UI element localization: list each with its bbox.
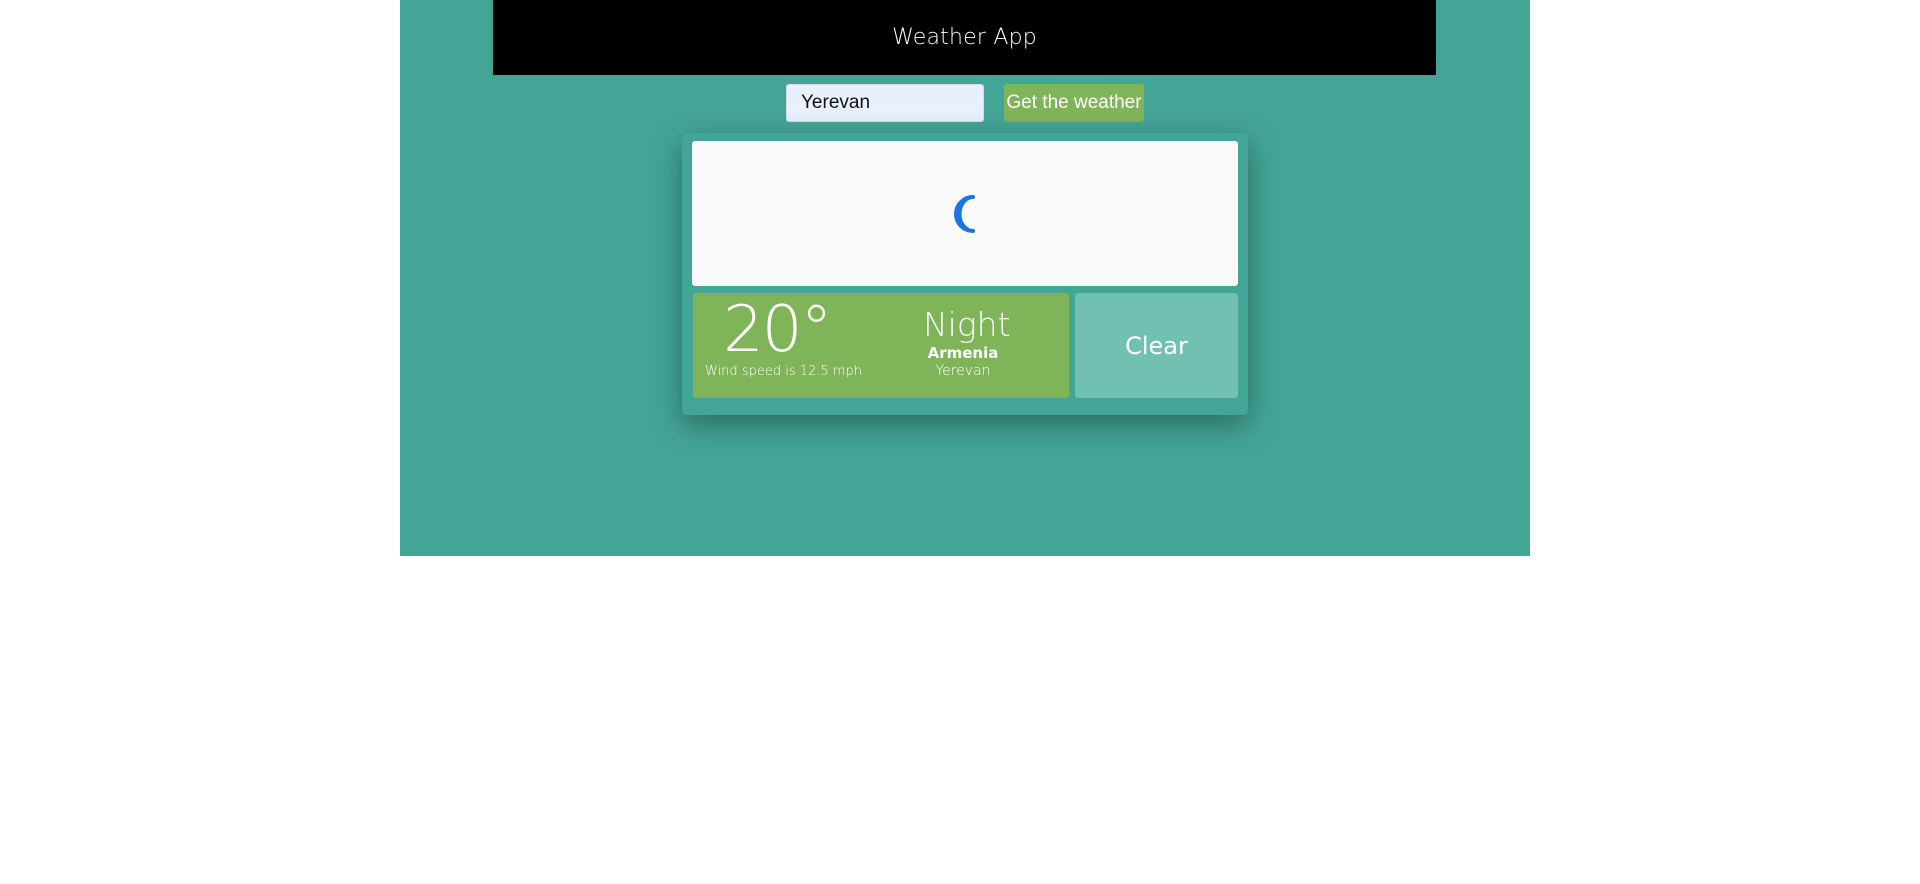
weather-icon-panel	[692, 141, 1238, 286]
country-text: Armenia	[927, 344, 999, 362]
city-text: Yerevan	[935, 363, 991, 379]
condition-text: Night	[923, 305, 1011, 344]
moon-icon	[954, 194, 975, 233]
search-row: Get the weather	[400, 84, 1530, 124]
weather-card: 20° Wind speed is 12.5 mph Night Armenia…	[682, 133, 1248, 415]
wind-speed-text: Wind speed is 12.5 mph	[705, 364, 862, 379]
get-weather-button[interactable]: Get the weather	[1004, 84, 1144, 122]
header-bar: Weather App	[493, 0, 1436, 75]
app-frame: Weather App Get the weather 20° Wind spe…	[400, 0, 1530, 556]
city-input[interactable]	[786, 84, 984, 122]
clear-button[interactable]: Clear	[1075, 293, 1238, 398]
weather-info-panel: 20° Wind speed is 12.5 mph Night Armenia…	[693, 293, 1069, 398]
temperature-value: 20°	[723, 293, 832, 367]
page-title: Weather App	[892, 25, 1037, 50]
